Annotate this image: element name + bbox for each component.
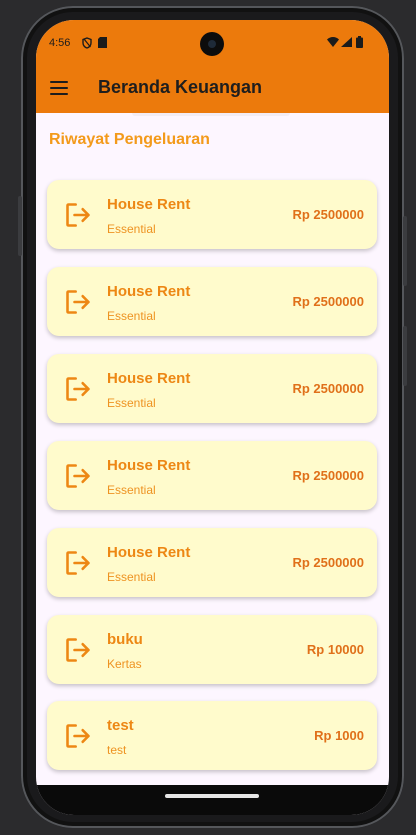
expense-amount: Rp 2500000 [292,381,364,396]
expense-name: House Rent [107,544,191,561]
expense-category: Essential [107,396,156,410]
sim-card-icon [98,37,107,48]
expense-category: test [107,743,127,757]
side-button [403,326,407,386]
expense-category: Kertas [107,657,142,671]
expense-card[interactable]: House Rent Essential Rp 2500000 [47,354,377,423]
expense-name: House Rent [107,370,191,387]
logout-icon [66,377,90,401]
expense-category: Essential [107,309,156,323]
expense-card[interactable]: buku Kertas Rp 10000 [47,615,377,684]
status-time: 4:56 [49,37,71,49]
battery-icon [356,36,363,48]
logout-icon [66,464,90,488]
appbar-shadow [132,113,290,116]
menu-icon[interactable] [50,81,68,95]
logout-icon [66,724,90,748]
volume-button [18,196,22,256]
expense-amount: Rp 1000 [314,728,364,743]
signal-icon [341,37,352,47]
wifi-icon [327,37,339,47]
expense-amount: Rp 2500000 [292,555,364,570]
screen: 4:56 Beranda Keuangan Riwayat Pengeluara… [36,20,389,815]
expense-card[interactable]: House Rent Essential Rp 2500000 [47,441,377,510]
expense-name: House Rent [107,283,191,300]
expense-card[interactable]: test test Rp 1000 [47,701,377,770]
section-title: Riwayat Pengeluaran [49,131,210,148]
logout-icon [66,290,90,314]
front-camera [200,32,224,56]
expense-amount: Rp 2500000 [292,294,364,309]
system-nav-bar [36,785,389,815]
logout-icon [66,638,90,662]
expense-category: Essential [107,222,156,236]
home-gesture-bar[interactable] [165,794,259,798]
logout-icon [66,203,90,227]
logout-icon [66,551,90,575]
expense-category: Essential [107,570,156,584]
expense-name: House Rent [107,457,191,474]
expense-card[interactable]: House Rent Essential Rp 2500000 [47,180,377,249]
expense-name: buku [107,631,143,648]
app-bar: 4:56 Beranda Keuangan [36,20,389,113]
expense-category: Essential [107,483,156,497]
app-title: Beranda Keuangan [98,77,263,97]
expense-amount: Rp 10000 [306,642,364,657]
expense-amount: Rp 2500000 [292,468,364,483]
expense-name: test [107,717,134,734]
shield-icon [82,37,92,49]
power-button [403,216,407,286]
expense-name: House Rent [107,196,191,213]
expense-card[interactable]: House Rent Essential Rp 2500000 [47,528,377,597]
status-bar: 4:56 [36,20,389,66]
expense-card[interactable]: House Rent Essential Rp 2500000 [47,267,377,336]
expense-amount: Rp 2500000 [292,207,364,222]
